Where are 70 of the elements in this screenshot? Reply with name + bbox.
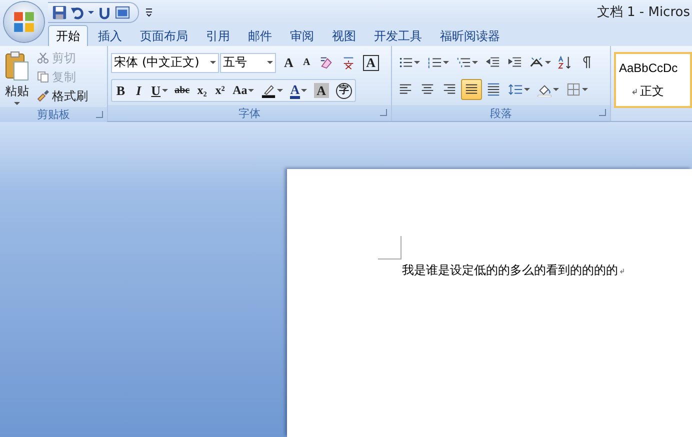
dialog-launcher-icon[interactable]	[598, 109, 606, 116]
style-preview: AaBbCcDc	[618, 60, 678, 74]
group-label: 字体	[238, 106, 260, 120]
caret-icon	[277, 89, 284, 92]
caret-icon	[442, 61, 449, 64]
sort-icon	[558, 55, 573, 70]
undo-icon[interactable]	[70, 4, 85, 20]
ribbon-tab[interactable]: 开发工具	[366, 25, 430, 46]
caret-icon	[582, 88, 588, 91]
dialog-launcher-icon[interactable]	[380, 109, 387, 116]
italic-button[interactable]: I	[130, 80, 148, 101]
justify-button[interactable]	[460, 79, 482, 100]
caret-icon	[472, 61, 478, 64]
group-label: 段落	[490, 106, 512, 120]
save-icon[interactable]	[52, 4, 67, 20]
caret-icon	[162, 89, 168, 92]
highlighter-icon	[261, 83, 276, 98]
caret-icon	[300, 89, 307, 92]
caret-icon[interactable]	[88, 10, 94, 14]
eraser-icon	[319, 55, 334, 70]
line-spacing-icon	[508, 82, 523, 97]
paste-button[interactable]: 粘贴	[3, 49, 31, 107]
caret-icon[interactable]	[210, 61, 216, 64]
grow-font-button[interactable]: A	[280, 52, 298, 73]
paintbrush-icon	[37, 90, 49, 102]
clipboard-icon	[5, 51, 29, 81]
caret-icon	[248, 89, 254, 92]
bulleted-list-icon	[398, 55, 413, 70]
strikethrough-button[interactable]: abc	[172, 80, 193, 101]
format-painter-button[interactable]: 格式刷	[35, 87, 90, 105]
paragraph-mark-icon	[630, 88, 638, 94]
bold-button[interactable]: B	[112, 80, 130, 101]
ribbon-tab[interactable]: 审阅	[282, 25, 322, 46]
style-gallery-item[interactable]: AaBbCcDc 正文	[614, 52, 692, 108]
scissors-icon	[37, 52, 49, 64]
subscript-button[interactable]: x₂	[194, 80, 211, 101]
ribbon-tab[interactable]: 邮件	[240, 25, 280, 46]
ribbon-tab[interactable]: 开始	[48, 25, 88, 46]
window-title: 文档 1 - Micros	[596, 4, 691, 21]
ribbon-tab[interactable]: 引用	[198, 25, 238, 46]
shrink-font-button[interactable]: A	[298, 52, 316, 73]
borders-icon	[566, 82, 581, 97]
caret-icon[interactable]	[267, 61, 274, 64]
distributed-icon	[486, 82, 501, 97]
superscript-button[interactable]: x²	[212, 80, 229, 101]
group-label: 剪贴板	[37, 107, 70, 122]
margin-corner-mark	[378, 236, 402, 260]
window-icon[interactable]	[115, 4, 130, 20]
font-name-field[interactable]: 宋体 (中文正文)	[111, 52, 220, 72]
multilevel-list-icon	[456, 55, 471, 70]
caret-icon	[524, 88, 530, 91]
document-text: 我是谁是设定低的的多么的看到的的的的	[402, 262, 618, 279]
font-size-field[interactable]: 五号	[220, 52, 276, 72]
customize-toolbar-icon[interactable]	[145, 7, 153, 17]
paragraph-mark-icon	[619, 268, 625, 274]
ribbon-tab[interactable]: 页面布局	[132, 25, 196, 46]
caret-icon	[544, 61, 551, 64]
caret-icon	[414, 61, 420, 64]
copy-icon	[37, 71, 49, 83]
ribbon-tab[interactable]: 插入	[90, 25, 130, 46]
underline-button[interactable]: U	[148, 80, 171, 101]
ribbon-tab[interactable]: 视图	[324, 25, 364, 46]
dialog-launcher-icon[interactable]	[96, 111, 104, 118]
numbered-list-icon	[426, 55, 442, 70]
style-name: 正文	[640, 82, 664, 100]
office-logo-icon	[13, 11, 35, 33]
ribbon-tab[interactable]: 福昕阅读器	[432, 25, 508, 46]
change-case-button[interactable]: Aa	[230, 80, 258, 101]
caret-icon	[552, 88, 559, 91]
font-color-button[interactable]: A	[287, 80, 310, 101]
